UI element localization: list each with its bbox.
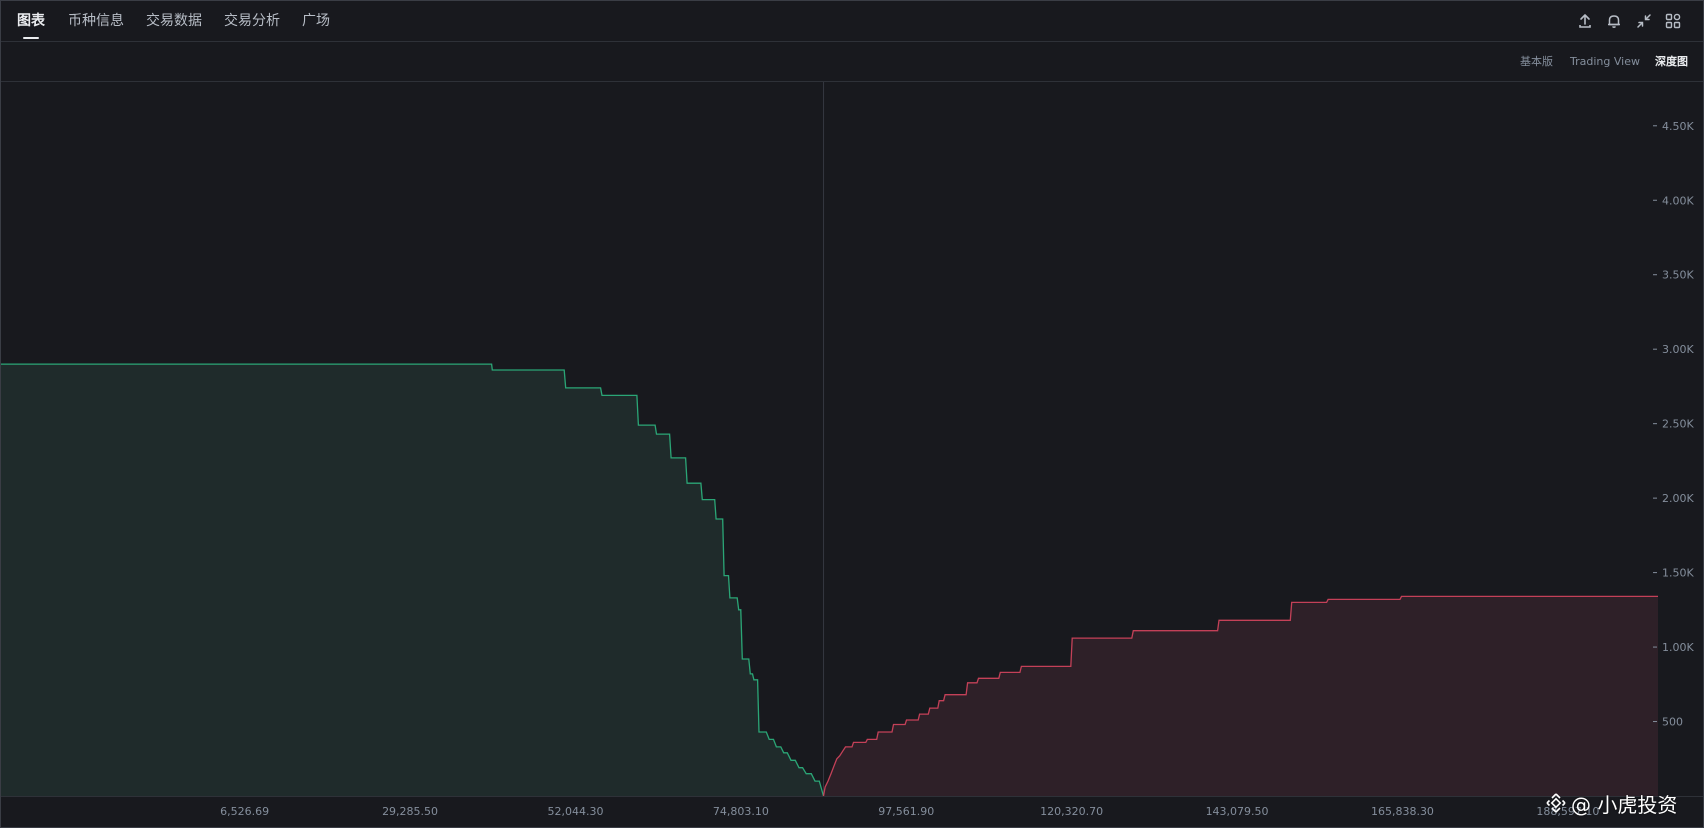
y-tick-label: 1.50K <box>1662 567 1694 580</box>
y-tick-label: 500 <box>1662 716 1683 729</box>
active-tab-indicator <box>23 37 39 39</box>
watermark: @ 小虎投资 <box>1545 789 1677 817</box>
tab-trading-data-label: 交易数据 <box>146 13 202 29</box>
x-tick-label: 97,561.90 <box>878 805 934 818</box>
tab-chart-label: 图表 <box>17 13 45 29</box>
depth-chart[interactable]: 6,526.69 29,285.50 52,044.30 74,803.10 97,56… <box>1 82 1703 827</box>
x-tick-label: 6,526.69 <box>220 805 269 818</box>
app-window: 图表 币种信息 交易数据 交易分析 广场 基本版 Trading View 深度… <box>0 0 1704 828</box>
bids-depth-area <box>1 364 824 796</box>
asks-depth-area <box>823 596 1658 796</box>
tab-trading-data[interactable]: 交易数据 <box>146 1 202 42</box>
y-tick-label: 2.50K <box>1662 418 1694 431</box>
x-tick-label: 29,285.50 <box>382 805 438 818</box>
view-basic[interactable]: 基本版 <box>1520 42 1553 82</box>
x-tick-label: 143,079.50 <box>1206 805 1269 818</box>
top-navigation: 图表 币种信息 交易数据 交易分析 广场 <box>1 1 1703 42</box>
y-tick-label: 2.00K <box>1662 492 1694 505</box>
x-tick-label: 165,838.30 <box>1371 805 1434 818</box>
tab-trading-analysis-label: 交易分析 <box>224 13 280 29</box>
x-tick-label: 74,803.10 <box>713 805 769 818</box>
x-tick-label: 120,320.70 <box>1040 805 1103 818</box>
chart-view-switcher: 基本版 Trading View 深度图 <box>1 42 1703 82</box>
bell-icon[interactable] <box>1605 12 1623 30</box>
watermark-text: @ 小虎投资 <box>1571 792 1678 817</box>
tab-trading-analysis[interactable]: 交易分析 <box>224 1 280 42</box>
y-tick-label: 3.00K <box>1662 343 1694 356</box>
y-tick-label: 3.50K <box>1662 269 1694 282</box>
y-tick-label: 1.00K <box>1662 641 1694 654</box>
upload-icon[interactable] <box>1576 12 1594 30</box>
view-tradingview[interactable]: Trading View <box>1570 42 1640 82</box>
apps-grid-icon[interactable] <box>1664 12 1682 30</box>
tab-square-label: 广场 <box>302 13 330 29</box>
y-tick-label: 4.50K <box>1662 120 1694 133</box>
tab-coin-info-label: 币种信息 <box>68 13 124 29</box>
x-tick-label: 52,044.30 <box>547 805 603 818</box>
y-tick-label: 4.00K <box>1662 194 1694 207</box>
binance-logo-icon <box>1546 793 1566 813</box>
tab-square[interactable]: 广场 <box>302 1 330 42</box>
collapse-icon[interactable] <box>1635 12 1653 30</box>
tab-chart[interactable]: 图表 <box>17 1 45 42</box>
tab-coin-info[interactable]: 币种信息 <box>68 1 124 42</box>
view-depth-chart[interactable]: 深度图 <box>1655 42 1688 82</box>
